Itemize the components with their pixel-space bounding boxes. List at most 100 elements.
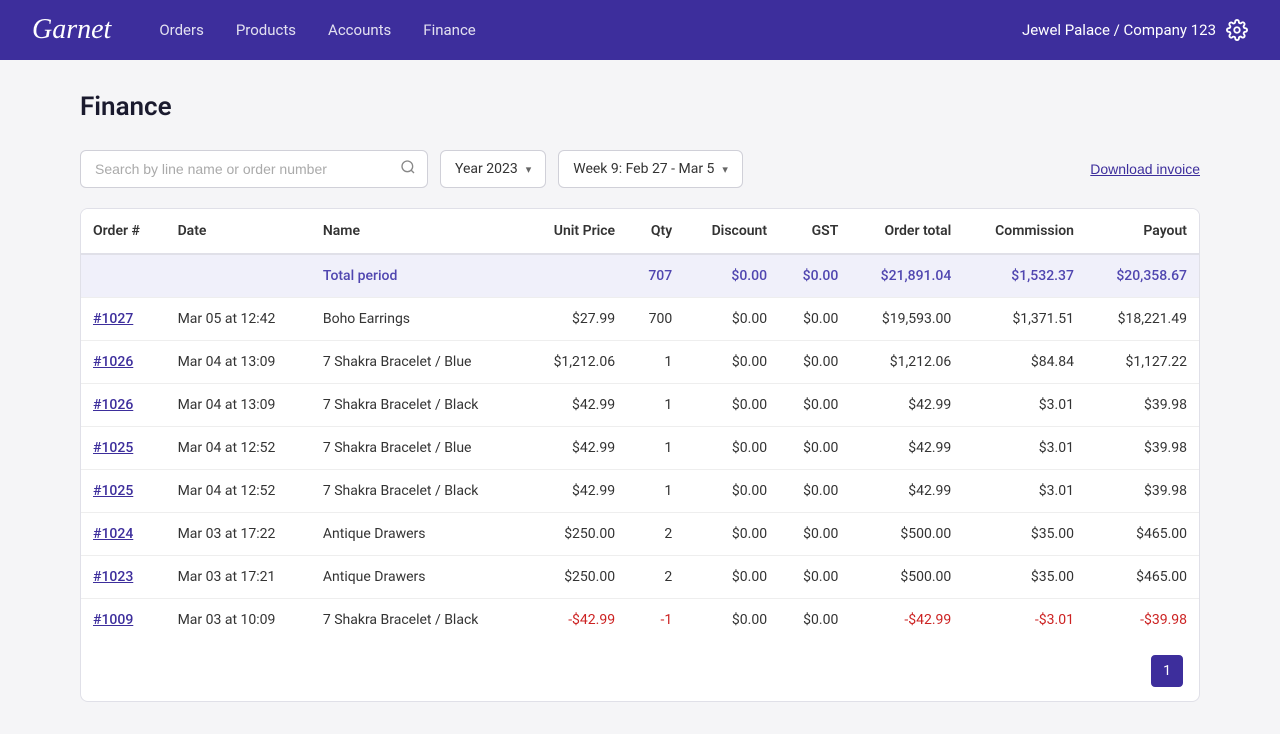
row-name: Antique Drawers xyxy=(311,513,525,556)
col-name: Name xyxy=(311,209,525,254)
row-unit-price: $42.99 xyxy=(525,427,627,470)
row-payout: $465.00 xyxy=(1086,556,1199,599)
row-date: Mar 04 at 13:09 xyxy=(166,341,311,384)
row-discount: $0.00 xyxy=(684,427,779,470)
settings-icon[interactable] xyxy=(1226,19,1248,41)
row-qty: 1 xyxy=(627,427,684,470)
logo[interactable]: Garnet xyxy=(32,14,111,46)
row-unit-price: $42.99 xyxy=(525,470,627,513)
row-unit-price: $250.00 xyxy=(525,513,627,556)
row-payout: $465.00 xyxy=(1086,513,1199,556)
nav-accounts[interactable]: Accounts xyxy=(328,21,391,39)
nav-finance[interactable]: Finance xyxy=(423,21,475,39)
nav-products[interactable]: Products xyxy=(236,21,296,39)
row-commission: $35.00 xyxy=(963,556,1086,599)
row-discount: $0.00 xyxy=(684,298,779,341)
row-order-total: $500.00 xyxy=(850,556,963,599)
total-period-label: Total period xyxy=(311,254,525,298)
col-order-total: Order total xyxy=(850,209,963,254)
total-period-discount: $0.00 xyxy=(684,254,779,298)
row-order-total: $500.00 xyxy=(850,513,963,556)
order-link[interactable]: #1026 xyxy=(93,397,133,413)
col-order: Order # xyxy=(81,209,166,254)
order-link[interactable]: #1025 xyxy=(93,440,133,456)
row-gst: $0.00 xyxy=(779,341,850,384)
total-period-row: Total period 707 $0.00 $0.00 $21,891.04 … xyxy=(81,254,1199,298)
row-name: 7 Shakra Bracelet / Black xyxy=(311,470,525,513)
col-gst: GST xyxy=(779,209,850,254)
row-discount: $0.00 xyxy=(684,384,779,427)
row-name: Antique Drawers xyxy=(311,556,525,599)
company-name: Jewel Palace / Company 123 xyxy=(1022,21,1216,39)
table-row: #1023 Mar 03 at 17:21 Antique Drawers $2… xyxy=(81,556,1199,599)
row-order-total: $42.99 xyxy=(850,427,963,470)
row-payout: -$39.98 xyxy=(1086,599,1199,642)
page-1-button[interactable]: 1 xyxy=(1151,655,1183,687)
row-name: 7 Shakra Bracelet / Blue xyxy=(311,341,525,384)
row-discount: $0.00 xyxy=(684,599,779,642)
row-commission: -$3.01 xyxy=(963,599,1086,642)
row-order-total: -$42.99 xyxy=(850,599,963,642)
order-link[interactable]: #1027 xyxy=(93,311,133,327)
row-date: Mar 04 at 13:09 xyxy=(166,384,311,427)
order-link[interactable]: #1023 xyxy=(93,569,133,585)
row-discount: $0.00 xyxy=(684,513,779,556)
col-unit-price: Unit Price xyxy=(525,209,627,254)
row-commission: $3.01 xyxy=(963,470,1086,513)
row-qty: 2 xyxy=(627,556,684,599)
row-gst: $0.00 xyxy=(779,298,850,341)
row-qty: 700 xyxy=(627,298,684,341)
row-order-total: $42.99 xyxy=(850,470,963,513)
nav-orders[interactable]: Orders xyxy=(159,21,204,39)
row-date: Mar 04 at 12:52 xyxy=(166,427,311,470)
finance-table: Order # Date Name Unit Price Qty Discoun… xyxy=(80,208,1200,702)
row-commission: $35.00 xyxy=(963,513,1086,556)
week-filter-chevron-icon: ▾ xyxy=(722,163,728,176)
table-row: #1027 Mar 05 at 12:42 Boho Earrings $27.… xyxy=(81,298,1199,341)
row-date: Mar 03 at 17:21 xyxy=(166,556,311,599)
table-row: #1025 Mar 04 at 12:52 7 Shakra Bracelet … xyxy=(81,470,1199,513)
order-link[interactable]: #1024 xyxy=(93,526,133,542)
row-payout: $39.98 xyxy=(1086,470,1199,513)
row-unit-price: $27.99 xyxy=(525,298,627,341)
col-date: Date xyxy=(166,209,311,254)
row-qty: -1 xyxy=(627,599,684,642)
row-qty: 1 xyxy=(627,470,684,513)
row-name: 7 Shakra Bracelet / Blue xyxy=(311,427,525,470)
week-filter-dropdown[interactable]: Week 9: Feb 27 - Mar 5 ▾ xyxy=(558,150,743,188)
order-link[interactable]: #1009 xyxy=(93,612,133,628)
order-link[interactable]: #1025 xyxy=(93,483,133,499)
order-link[interactable]: #1026 xyxy=(93,354,133,370)
row-name: 7 Shakra Bracelet / Black xyxy=(311,384,525,427)
table-row: #1025 Mar 04 at 12:52 7 Shakra Bracelet … xyxy=(81,427,1199,470)
row-gst: $0.00 xyxy=(779,470,850,513)
row-order-total: $42.99 xyxy=(850,384,963,427)
row-payout: $18,221.49 xyxy=(1086,298,1199,341)
row-commission: $84.84 xyxy=(963,341,1086,384)
week-filter-label: Week 9: Feb 27 - Mar 5 xyxy=(573,161,714,177)
row-discount: $0.00 xyxy=(684,341,779,384)
row-gst: $0.00 xyxy=(779,427,850,470)
row-name: 7 Shakra Bracelet / Black xyxy=(311,599,525,642)
table-row: #1009 Mar 03 at 10:09 7 Shakra Bracelet … xyxy=(81,599,1199,642)
total-period-payout: $20,358.67 xyxy=(1086,254,1199,298)
page-title: Finance xyxy=(80,92,1200,122)
search-input[interactable] xyxy=(80,150,428,188)
table-row: #1024 Mar 03 at 17:22 Antique Drawers $2… xyxy=(81,513,1199,556)
row-unit-price: -$42.99 xyxy=(525,599,627,642)
total-period-commission: $1,532.37 xyxy=(963,254,1086,298)
row-unit-price: $1,212.06 xyxy=(525,341,627,384)
search-wrapper xyxy=(80,150,428,188)
total-period-order-total: $21,891.04 xyxy=(850,254,963,298)
table-row: #1026 Mar 04 at 13:09 7 Shakra Bracelet … xyxy=(81,341,1199,384)
year-filter-dropdown[interactable]: Year 2023 ▾ xyxy=(440,150,546,188)
search-icon xyxy=(400,159,416,179)
download-invoice-button[interactable]: Download invoice xyxy=(1090,161,1200,177)
table-row: #1026 Mar 04 at 13:09 7 Shakra Bracelet … xyxy=(81,384,1199,427)
row-gst: $0.00 xyxy=(779,513,850,556)
row-commission: $3.01 xyxy=(963,384,1086,427)
row-qty: 1 xyxy=(627,341,684,384)
row-name: Boho Earrings xyxy=(311,298,525,341)
row-payout: $1,127.22 xyxy=(1086,341,1199,384)
row-payout: $39.98 xyxy=(1086,384,1199,427)
